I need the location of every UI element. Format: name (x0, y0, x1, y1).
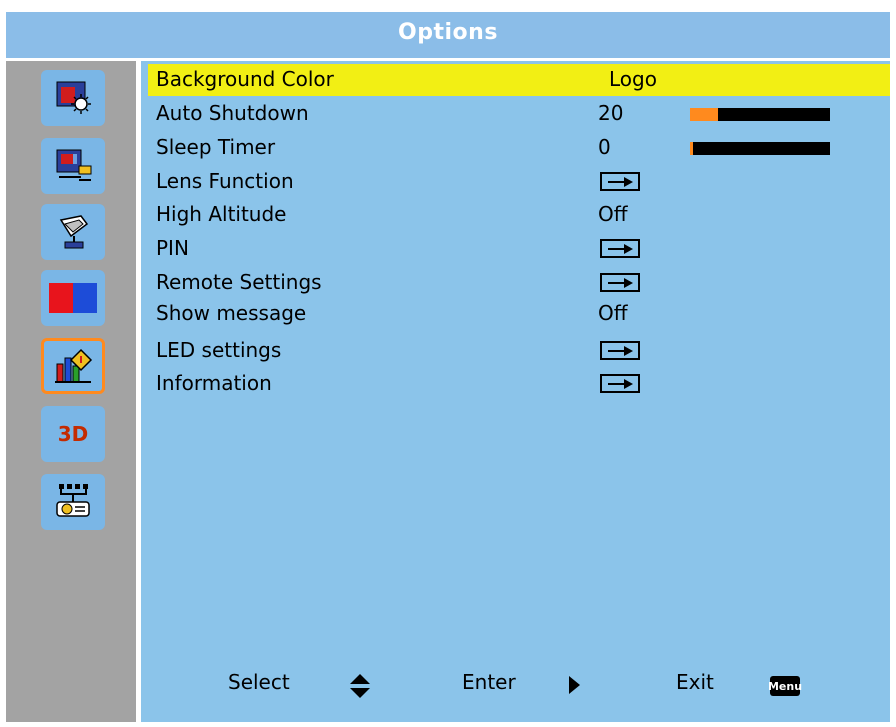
tab-setup[interactable] (41, 204, 105, 260)
menu-row-label: Show message (156, 301, 307, 325)
sleep-timer-slider[interactable] (690, 142, 830, 155)
menu-key-badge: Menu (768, 676, 802, 696)
menu-row-high-altitude[interactable]: High Altitude Off (148, 199, 890, 231)
tab-network[interactable] (41, 474, 105, 530)
menu-row-label: Lens Function (156, 169, 294, 193)
enter-submenu-button[interactable] (600, 172, 640, 191)
enter-hint-label: Enter (462, 670, 516, 694)
arrow-right-icon (608, 277, 633, 288)
menu-row-sleep-timer[interactable]: Sleep Timer 0 (148, 132, 890, 164)
up-down-arrows-icon (350, 674, 370, 698)
menu-row-label: PIN (156, 236, 189, 260)
menu-row-led-settings[interactable]: LED settings (148, 335, 890, 367)
arrow-right-icon (608, 378, 633, 389)
arrow-right-icon (608, 243, 633, 254)
menu-row-value: Logo (609, 67, 657, 91)
auto-shutdown-slider[interactable] (690, 108, 830, 121)
menu-row-label: Auto Shutdown (156, 101, 309, 125)
enter-submenu-button[interactable] (600, 239, 640, 258)
setup-icon (59, 215, 89, 249)
page-title: Options (398, 20, 498, 45)
menu-row-value: Off (598, 202, 628, 226)
menu-row-show-message[interactable]: Show message Off (148, 298, 890, 330)
right-triangle-icon (569, 676, 580, 694)
title-bar: Options (6, 12, 890, 58)
slider-fill (690, 108, 718, 121)
tab-3d[interactable]: 3D (41, 406, 105, 462)
enter-submenu-button[interactable] (600, 273, 640, 292)
enter-submenu-button[interactable] (600, 341, 640, 360)
tab-color[interactable] (41, 270, 105, 326)
tab-options[interactable] (41, 338, 105, 394)
tab-image[interactable] (41, 70, 105, 126)
menu-row-label: Information (156, 371, 272, 395)
3d-icon: 3D (57, 422, 89, 446)
slider-fill (690, 142, 693, 155)
exit-hint-label: Exit (676, 670, 714, 694)
options-osd: Options 3D Background Color Logo Auto Sh… (0, 0, 896, 727)
color-icon (49, 283, 97, 313)
options-icon (55, 348, 93, 383)
display-settings-icon (56, 149, 92, 181)
menu-row-remote-settings[interactable]: Remote Settings (148, 267, 890, 299)
arrow-right-icon (608, 345, 633, 356)
menu-row-value: 0 (598, 135, 611, 159)
menu-row-value: Off (598, 301, 628, 325)
network-icon (56, 484, 90, 517)
menu-row-label: Sleep Timer (156, 135, 276, 159)
menu-row-background-color[interactable]: Background Color Logo (148, 64, 890, 96)
menu-row-information[interactable]: Information (148, 368, 890, 400)
menu-row-label: High Altitude (156, 202, 287, 226)
menu-row-label: Background Color (156, 67, 334, 91)
menu-row-lens-function[interactable]: Lens Function (148, 166, 890, 198)
menu-row-pin[interactable]: PIN (148, 233, 890, 265)
image-settings-icon (56, 81, 91, 114)
menu-row-value: 20 (598, 101, 624, 125)
menu-row-label: Remote Settings (156, 270, 322, 294)
enter-submenu-button[interactable] (600, 374, 640, 393)
menu-row-label: LED settings (156, 338, 282, 362)
menu-row-auto-shutdown[interactable]: Auto Shutdown 20 (148, 98, 890, 130)
tab-display[interactable] (41, 138, 105, 194)
select-hint-label: Select (228, 670, 290, 694)
arrow-right-icon (608, 176, 633, 187)
